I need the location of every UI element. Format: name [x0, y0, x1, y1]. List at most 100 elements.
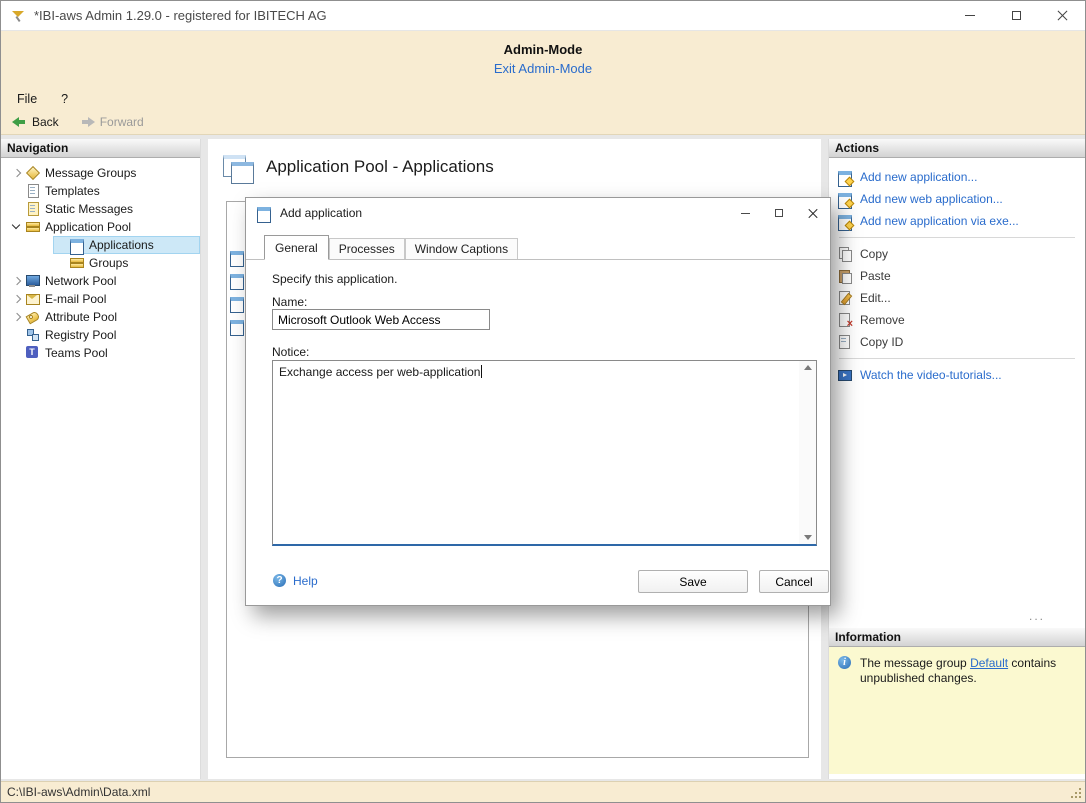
page-title: Application Pool - Applications	[266, 157, 494, 177]
add-web-application-icon	[837, 191, 853, 207]
action-copy-id[interactable]: Copy ID	[837, 331, 1086, 353]
application-pool-icon	[25, 219, 41, 235]
default-message-group-link[interactable]: Default	[970, 656, 1008, 670]
application-icon	[229, 295, 245, 311]
expander-collapsed-icon[interactable]	[9, 309, 25, 325]
application-list-item[interactable]	[229, 317, 245, 335]
maximize-icon	[1012, 11, 1021, 20]
menu-help[interactable]: ?	[61, 92, 68, 106]
maximize-button[interactable]	[993, 1, 1039, 30]
close-button[interactable]	[1039, 1, 1085, 30]
toolbar: Back Forward	[1, 109, 1085, 135]
nav-item-application-pool[interactable]: Application Pool	[1, 218, 200, 236]
panel-splitter[interactable]: ...	[1029, 609, 1045, 623]
save-button[interactable]: Save	[638, 570, 748, 593]
tab-general[interactable]: General	[264, 235, 329, 260]
back-button[interactable]: Back	[11, 114, 59, 130]
admin-mode-banner: Admin-Mode Exit Admin-Mode	[1, 31, 1085, 89]
expander-collapsed-icon[interactable]	[9, 291, 25, 307]
nav-item-static-messages[interactable]: Static Messages	[1, 200, 200, 218]
text-caret	[481, 365, 482, 378]
action-watch-video-tutorials[interactable]: Watch the video-tutorials...	[837, 364, 1086, 386]
nav-item-registry-pool[interactable]: Registry Pool	[1, 326, 200, 344]
nav-item-groups[interactable]: Groups	[53, 254, 200, 272]
action-copy[interactable]: Copy	[837, 243, 1086, 265]
action-paste[interactable]: Paste	[837, 265, 1086, 287]
paste-icon	[837, 268, 853, 284]
information-box: The message group Default contains unpub…	[829, 647, 1086, 774]
add-application-dialog: Add application General Processes Window…	[245, 197, 831, 606]
dialog-tabstrip: General Processes Window Captions	[246, 232, 830, 260]
expander-spacer	[9, 345, 25, 361]
nav-item-email-pool[interactable]: E-mail Pool	[1, 290, 200, 308]
forward-button[interactable]: Forward	[79, 114, 144, 130]
expander-spacer	[9, 327, 25, 343]
action-add-new-application-via-exe[interactable]: Add new application via exe...	[837, 210, 1086, 232]
dialog-maximize-button[interactable]	[762, 198, 796, 228]
actions-list: Add new application... Add new web appli…	[829, 158, 1086, 386]
admin-mode-title: Admin-Mode	[1, 42, 1085, 57]
remove-icon	[837, 312, 853, 328]
nav-item-attribute-pool[interactable]: Attribute Pool	[1, 308, 200, 326]
notice-textarea[interactable]: Exchange access per web-application	[272, 360, 817, 546]
action-add-new-web-application[interactable]: Add new web application...	[837, 188, 1086, 210]
help-icon	[272, 573, 288, 589]
notice-label: Notice:	[272, 345, 309, 359]
navigation-tree: Message Groups Templates Static Messages…	[1, 158, 200, 362]
application-list-item[interactable]	[229, 248, 245, 266]
window-title: *IBI-aws Admin 1.29.0 - registered for I…	[34, 8, 327, 23]
message-groups-icon	[25, 165, 41, 181]
expander-collapsed-icon[interactable]	[9, 273, 25, 289]
nav-item-applications[interactable]: Applications	[53, 236, 200, 254]
forward-label: Forward	[100, 115, 144, 129]
expander-collapsed-icon[interactable]	[9, 165, 25, 181]
information-message: The message group Default contains unpub…	[860, 655, 1079, 686]
add-application-exe-icon	[837, 213, 853, 229]
dialog-titlebar[interactable]: Add application	[246, 198, 830, 228]
actions-panel: Actions Add new application... Add new w…	[828, 139, 1086, 779]
application-icon	[229, 249, 245, 265]
menu-file[interactable]: File	[17, 92, 37, 106]
tab-processes[interactable]: Processes	[329, 238, 405, 259]
scroll-up-icon[interactable]	[804, 365, 812, 370]
help-link[interactable]: Help	[272, 573, 318, 589]
resize-grip-icon[interactable]	[1071, 788, 1081, 798]
application-list-item[interactable]	[229, 294, 245, 312]
add-application-icon	[837, 169, 853, 185]
info-message-prefix: The message group	[860, 656, 970, 670]
close-icon	[808, 208, 818, 218]
scroll-down-icon[interactable]	[804, 535, 812, 540]
tab-window-captions[interactable]: Window Captions	[405, 238, 518, 259]
dialog-minimize-button[interactable]	[728, 198, 762, 228]
static-messages-icon	[25, 201, 41, 217]
actions-separator	[839, 358, 1075, 359]
action-edit[interactable]: Edit...	[837, 287, 1086, 309]
email-pool-icon	[25, 291, 41, 307]
expander-spacer	[53, 237, 69, 253]
nav-item-message-groups[interactable]: Message Groups	[1, 164, 200, 182]
minimize-icon	[741, 213, 750, 214]
nav-item-templates[interactable]: Templates	[1, 182, 200, 200]
dialog-close-button[interactable]	[796, 198, 830, 228]
status-bar-path: C:\IBI-aws\Admin\Data.xml	[7, 785, 150, 799]
expander-expanded-icon[interactable]	[9, 219, 25, 235]
applications-page-icon	[222, 153, 254, 181]
application-list-item[interactable]	[229, 271, 245, 289]
forward-arrow-icon	[79, 114, 95, 130]
cancel-button[interactable]: Cancel	[759, 570, 829, 593]
application-name-input[interactable]	[272, 309, 490, 330]
page-header: Application Pool - Applications	[222, 153, 494, 181]
application-icon	[229, 272, 245, 288]
applications-icon	[69, 237, 85, 253]
notice-scrollbar[interactable]	[799, 361, 816, 544]
nav-item-network-pool[interactable]: Network Pool	[1, 272, 200, 290]
nav-item-teams-pool[interactable]: Teams Pool	[1, 344, 200, 362]
action-remove[interactable]: Remove	[837, 309, 1086, 331]
minimize-button[interactable]	[947, 1, 993, 30]
information-header: Information	[829, 628, 1086, 647]
exit-admin-mode-link[interactable]: Exit Admin-Mode	[494, 61, 592, 76]
dialog-intro-text: Specify this application.	[272, 272, 397, 286]
action-add-new-application[interactable]: Add new application...	[837, 166, 1086, 188]
menu-bar: File ?	[1, 89, 1085, 109]
maximize-icon	[775, 209, 783, 217]
